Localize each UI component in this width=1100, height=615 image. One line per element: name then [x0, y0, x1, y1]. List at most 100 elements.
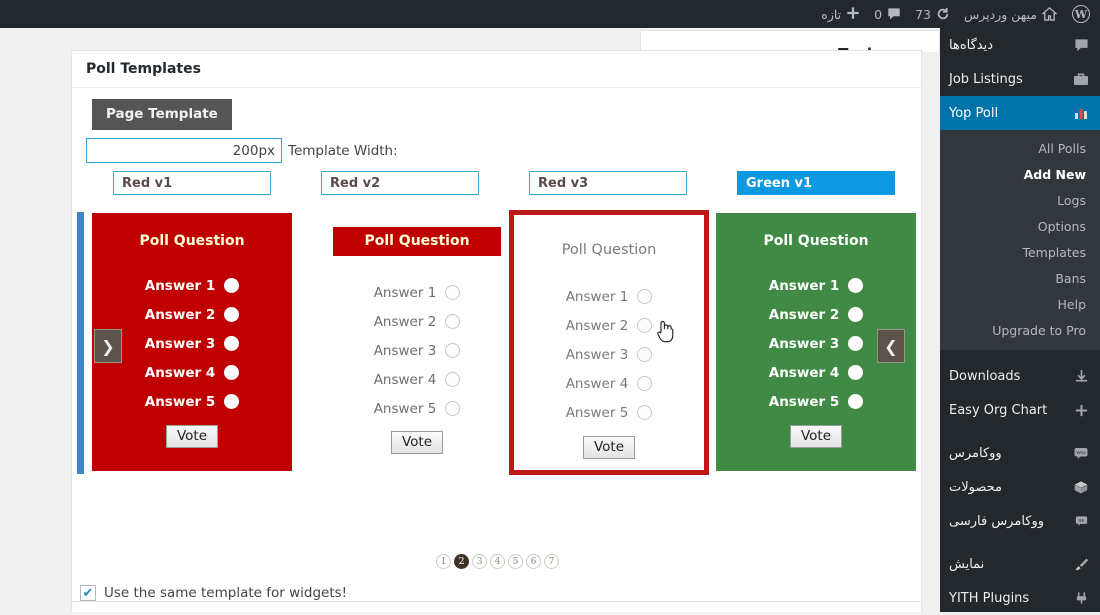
tab-page-template[interactable]: Page Template — [92, 99, 232, 130]
sidebar-item-woocommerce[interactable]: Woo ووکامرس — [940, 436, 1100, 470]
sidebar-subitem-help[interactable]: Help — [940, 291, 1100, 317]
template-preview-red-v2[interactable]: Poll Question Answer 1 Answer 2 Answer 3 — [317, 213, 517, 471]
sidebar-item-yop-poll[interactable]: Yop Poll — [940, 96, 1100, 130]
answer-row[interactable]: Answer 4 — [374, 365, 461, 394]
vote-button[interactable]: Vote — [789, 425, 843, 448]
comments-menu[interactable]: 0 — [867, 0, 908, 28]
sidebar-subitem-logs[interactable]: Logs — [940, 187, 1100, 213]
answer-row[interactable]: Answer 4 — [144, 358, 240, 387]
sidebar-item-products[interactable]: محصولات — [940, 470, 1100, 504]
answer-row[interactable]: Answer 4 — [566, 369, 653, 398]
answer-row[interactable]: Answer 5 — [769, 387, 864, 416]
comment-icon — [887, 7, 901, 21]
answer-row[interactable]: Answer 1 — [769, 271, 864, 300]
answer-radio[interactable] — [224, 365, 240, 380]
answer-radio[interactable] — [637, 289, 653, 304]
answer-radio[interactable] — [848, 307, 864, 322]
answer-radio[interactable] — [224, 278, 240, 293]
answer-row[interactable]: Answer 1 — [145, 271, 240, 300]
answer-radio[interactable] — [445, 314, 461, 329]
answer-radio[interactable] — [445, 401, 461, 416]
sidebar-item-label: محصولات — [949, 479, 1002, 495]
sidebar-subitem-upgrade-to-pro[interactable]: Upgrade to Pro — [940, 317, 1100, 343]
comment-icon — [1071, 38, 1091, 53]
pagination-dot[interactable]: 6 — [526, 554, 541, 569]
carousel-rail[interactable] — [77, 212, 84, 474]
answer-row[interactable]: Answer 2 — [769, 300, 864, 329]
sidebar-item-yith-plugins[interactable]: YITH Plugins — [940, 581, 1100, 615]
answer-row[interactable]: Answer 5 — [374, 394, 461, 423]
sidebar-item-job-listings[interactable]: Job Listings — [940, 62, 1100, 96]
template-preview-red-v3[interactable]: Poll Question Answer 1 Answer 2 Answer 3 — [509, 210, 709, 475]
answer-row[interactable]: Answer 3 — [374, 336, 461, 365]
carousel-prev-button[interactable]: ❮ — [877, 329, 905, 363]
answer-label: Answer 3 — [373, 342, 437, 359]
sidebar-item-woocommerce-farsi[interactable]: 99 ووکامرس فارسی — [940, 504, 1100, 538]
answer-list: Answer 1 Answer 2 Answer 3 Answer 4 Answ… — [144, 271, 240, 416]
vote-button[interactable]: Vote — [390, 431, 444, 454]
pagination-dot[interactable]: 1 — [436, 554, 451, 569]
vote-button[interactable]: Vote — [165, 425, 219, 448]
answer-radio[interactable] — [848, 336, 864, 351]
sidebar-item-appearance[interactable]: نمایش — [940, 547, 1100, 581]
answer-list: Answer 1 Answer 2 Answer 3 Answer 4 Answ… — [374, 278, 461, 423]
sidebar-subitem-all-polls[interactable]: All Polls — [940, 135, 1100, 161]
answer-row[interactable]: Answer 3 — [768, 329, 864, 358]
pagination-dot[interactable]: 3 — [472, 554, 487, 569]
carousel-next-button[interactable]: ❯ — [94, 329, 122, 363]
answer-radio[interactable] — [637, 318, 653, 333]
answer-row[interactable]: Answer 5 — [566, 398, 653, 427]
next-panel-edge — [71, 601, 922, 612]
sidebar-subitem-add-new[interactable]: Add New — [940, 161, 1100, 187]
pagination-dot[interactable]: 7 — [544, 554, 559, 569]
new-content-menu[interactable]: تازه — [814, 0, 867, 28]
answer-radio[interactable] — [637, 347, 653, 362]
answer-radio[interactable] — [848, 394, 864, 409]
sidebar-item-label: نمایش — [949, 556, 985, 572]
answer-radio[interactable] — [445, 372, 461, 387]
answer-radio[interactable] — [637, 376, 653, 391]
answer-radio[interactable] — [224, 394, 240, 409]
answer-radio[interactable] — [848, 278, 864, 293]
sidebar-separator — [940, 427, 1100, 436]
pagination-dot[interactable]: 5 — [508, 554, 523, 569]
site-name-menu[interactable]: میهن وردپرس — [957, 0, 1064, 28]
pagination-dot[interactable]: 4 — [490, 554, 505, 569]
sidebar-item-comments[interactable]: دیدگاه‌ها — [940, 28, 1100, 62]
answer-label: Answer 3 — [768, 335, 840, 352]
sidebar-subitem-templates[interactable]: Templates — [940, 239, 1100, 265]
answer-row[interactable]: Answer 5 — [145, 387, 240, 416]
pagination-dot-active[interactable]: 2 — [454, 554, 469, 569]
answer-row[interactable]: Answer 3 — [145, 329, 240, 358]
template-width-input[interactable] — [86, 138, 282, 163]
sidebar-item-easy-org-chart[interactable]: Easy Org Chart — [940, 393, 1100, 427]
answer-label: Answer 3 — [565, 346, 629, 363]
answer-row[interactable]: Answer 1 — [566, 282, 653, 311]
answer-radio[interactable] — [445, 343, 461, 358]
template-name-red-v2[interactable]: Red v2 — [321, 171, 479, 195]
template-name-red-v3[interactable]: Red v3 — [529, 171, 687, 195]
answer-row[interactable]: Answer 3 — [566, 340, 653, 369]
answer-row[interactable]: Answer 1 — [374, 278, 461, 307]
template-preview-red-v1[interactable]: Poll Question Answer 1 Answer 2 Answer 3 — [92, 213, 292, 471]
answer-row[interactable]: Answer 2 — [566, 311, 653, 340]
sidebar-subitem-bans[interactable]: Bans — [940, 265, 1100, 291]
wordpress-logo-button[interactable]: W — [1064, 0, 1100, 28]
updates-menu[interactable]: 73 — [908, 0, 957, 28]
answer-row[interactable]: Answer 2 — [374, 307, 461, 336]
answer-radio[interactable] — [848, 365, 864, 380]
plug-icon — [1071, 591, 1091, 605]
answer-radio[interactable] — [637, 405, 653, 420]
answer-radio[interactable] — [224, 336, 240, 351]
template-name-green-v1[interactable]: Green v1 — [737, 171, 895, 195]
sidebar-item-downloads[interactable]: Downloads — [940, 359, 1100, 393]
answer-radio[interactable] — [445, 285, 461, 300]
widget-template-checkbox[interactable]: ✔ — [80, 585, 96, 601]
answer-row[interactable]: Answer 4 — [769, 358, 864, 387]
answer-radio[interactable] — [224, 307, 240, 322]
sidebar-subitem-options[interactable]: Options — [940, 213, 1100, 239]
template-name-red-v1[interactable]: Red v1 — [113, 171, 271, 195]
vote-button[interactable]: Vote — [582, 436, 636, 459]
answer-label: Answer 4 — [144, 364, 216, 381]
answer-row[interactable]: Answer 2 — [145, 300, 240, 329]
